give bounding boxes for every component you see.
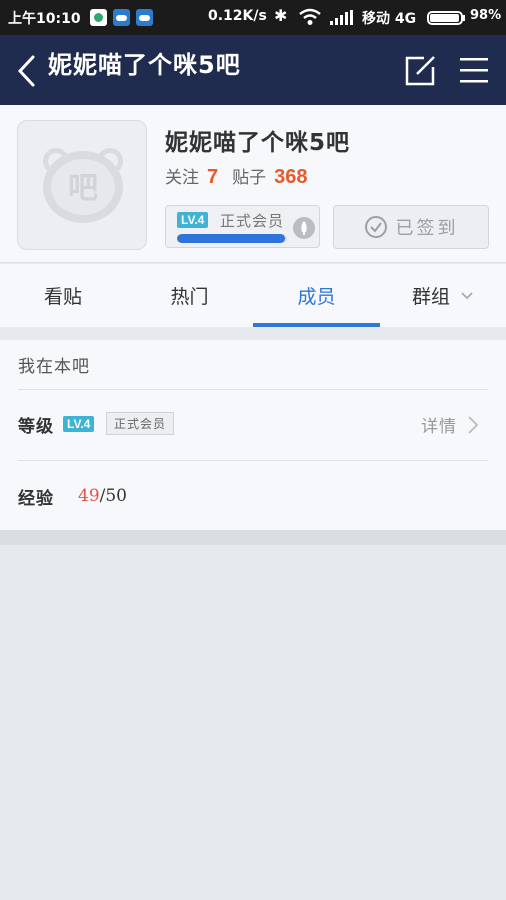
- signal-icon: [330, 10, 353, 25]
- level-label: 等级: [18, 417, 54, 437]
- forum-stats: 关注 7 贴子 368: [165, 163, 322, 189]
- carrier-label: 移动 4G: [362, 11, 417, 27]
- member-title: 正式会员: [220, 212, 285, 230]
- posts-count: 368: [274, 166, 308, 188]
- divider: [18, 389, 488, 390]
- follow-count: 7: [207, 166, 219, 188]
- app-notification-icon: [90, 9, 107, 26]
- member-title-tag: 正式会员: [106, 412, 175, 435]
- level-badge: LV.4: [63, 416, 95, 432]
- rocket-icon: [293, 217, 315, 239]
- signed-in-button[interactable]: 已签到: [333, 205, 489, 249]
- tab-members[interactable]: 成员: [253, 264, 380, 327]
- status-bar: 上午10:10 0.12K/s ✱ 移动 4G 98%: [0, 0, 506, 35]
- level-progress-fill: [177, 234, 285, 243]
- tab-bar: 看贴 热门 成员 群组: [0, 264, 506, 327]
- network-speed: 0.12K/s: [208, 8, 267, 24]
- exp-value: 49/50: [78, 486, 127, 506]
- status-time: 上午10:10: [8, 11, 81, 27]
- bluetooth-icon: ✱: [274, 6, 288, 25]
- page-title: 妮妮喵了个咪5吧: [48, 51, 241, 79]
- battery-percent: 98%: [470, 8, 502, 23]
- forum-name: 妮妮喵了个咪5吧: [165, 130, 351, 156]
- my-membership-section: 我在本吧 等级 LV.4 正式会员 详情 经验 49/50: [0, 340, 506, 531]
- posts-label: 贴子: [232, 168, 267, 188]
- section-title: 我在本吧: [18, 357, 90, 377]
- edit-post-icon[interactable]: [404, 55, 438, 87]
- level-progress-bar: [177, 234, 287, 243]
- back-arrow-icon[interactable]: [14, 53, 40, 89]
- tab-groups[interactable]: 群组: [380, 264, 506, 327]
- tab-hot[interactable]: 热门: [126, 264, 253, 327]
- notification-icons: [90, 9, 153, 26]
- chevron-right-icon: [468, 415, 479, 434]
- chevron-down-icon: [461, 291, 473, 299]
- menu-icon[interactable]: [458, 55, 490, 85]
- level-detail-link[interactable]: 详情: [421, 412, 479, 437]
- exp-total: /50: [99, 486, 127, 506]
- exp-label: 经验: [18, 489, 54, 509]
- wifi-icon: [299, 8, 321, 25]
- follow-label: 关注: [165, 168, 199, 188]
- level-badge: LV.4: [177, 212, 209, 228]
- tab-posts[interactable]: 看贴: [0, 264, 126, 327]
- signed-in-label: 已签到: [395, 218, 459, 239]
- battery-icon: [427, 11, 463, 25]
- cloud-app-icon: [136, 9, 153, 26]
- forum-avatar[interactable]: 吧: [17, 120, 147, 250]
- exp-current: 49: [78, 486, 100, 506]
- bear-logo-icon: 吧: [43, 148, 123, 223]
- check-circle-icon: [364, 216, 387, 238]
- nav-bar: 妮妮喵了个咪5吧: [0, 35, 506, 105]
- forum-header: 吧 妮妮喵了个咪5吧 关注 7 贴子 368 LV.4 正式会员 已签到: [0, 105, 506, 263]
- level-card[interactable]: LV.4 正式会员: [165, 205, 320, 248]
- avatar-text: 吧: [68, 171, 98, 206]
- cloud-app-icon: [113, 9, 130, 26]
- divider: [18, 460, 488, 461]
